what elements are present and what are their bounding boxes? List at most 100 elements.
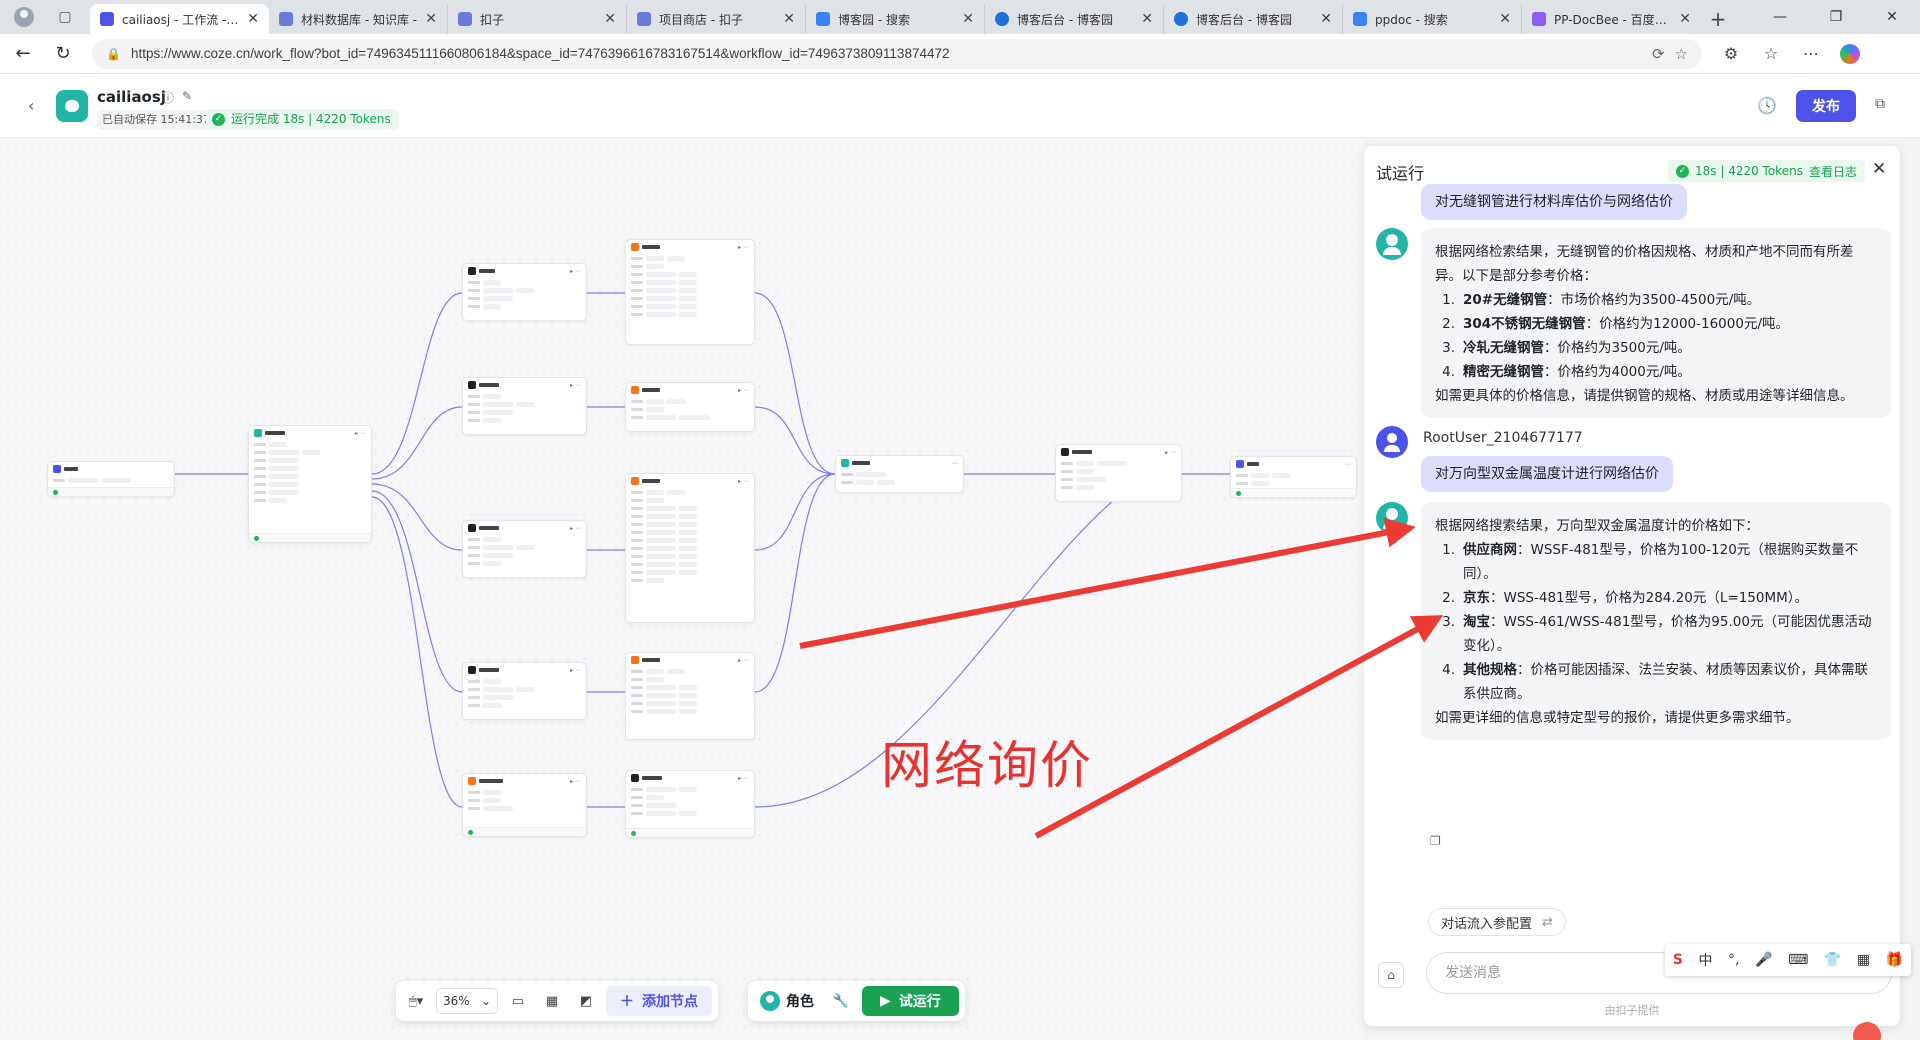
- close-icon[interactable]: ✕: [1872, 159, 1886, 179]
- llm-node[interactable]: ▸ ⋯: [462, 662, 587, 720]
- close-icon[interactable]: ✕: [1141, 11, 1153, 27]
- url-field[interactable]: 🔒 https://www.coze.cn/work_flow?bot_id=7…: [92, 38, 1702, 69]
- browser-tab-7[interactable]: ppdoc - 搜索 ✕: [1343, 4, 1522, 34]
- url-text[interactable]: https://www.coze.cn/work_flow?bot_id=749…: [131, 46, 1642, 61]
- llm-node[interactable]: ▸ ⋯: [462, 263, 587, 321]
- refresh-icon[interactable]: ↻: [52, 43, 74, 64]
- database-delete-node[interactable]: ▸ ⋯: [625, 652, 755, 740]
- microphone-icon[interactable]: 🎤: [1755, 952, 1772, 968]
- node-menu-icon[interactable]: ▸ ⋯: [738, 657, 749, 664]
- gift-icon[interactable]: 🎁: [1886, 952, 1903, 968]
- extensions-icon[interactable]: ⚙: [1720, 44, 1742, 63]
- layout-icon[interactable]: ⧉: [1875, 96, 1885, 112]
- browser-tab-3[interactable]: 项目商店 - 扣子 ✕: [627, 4, 806, 34]
- info-icon[interactable]: ⓘ: [162, 89, 174, 106]
- database-query-node[interactable]: ▸ ⋯: [625, 239, 755, 345]
- close-icon[interactable]: ✕: [1320, 11, 1332, 27]
- add-node-button[interactable]: ＋ 添加节点: [606, 986, 712, 1016]
- end-node[interactable]: ⋯: [1230, 456, 1357, 498]
- copilot-icon[interactable]: [1840, 43, 1860, 64]
- trial-run-button[interactable]: ▶ 试运行: [862, 986, 959, 1016]
- list-item: 4. 精密无缝钢管：价格约为4000元/吨。: [1435, 360, 1877, 384]
- browser-tab-6[interactable]: 博客后台 - 博客园 ✕: [1164, 4, 1343, 34]
- node-menu-icon[interactable]: ⋯: [1345, 461, 1351, 468]
- node-menu-icon[interactable]: ▸ ⋯: [738, 775, 749, 782]
- browser-tab-0[interactable]: cailiaosj - 工作流 -智能 ✕: [90, 4, 269, 34]
- node-menu-icon[interactable]: ▸ ⋯: [570, 778, 581, 785]
- llm-node[interactable]: ▸ ⋯: [625, 770, 755, 838]
- node-menu-icon[interactable]: ▸ ⋯: [570, 382, 581, 389]
- comment-icon[interactable]: ▭: [504, 987, 532, 1015]
- header-info: ⓘ ✎: [162, 89, 192, 106]
- close-icon[interactable]: ✕: [247, 11, 259, 27]
- node-menu-icon[interactable]: ▸ ⋯: [570, 525, 581, 532]
- restore-icon[interactable]: ❐: [1808, 0, 1864, 34]
- back-arrow-icon[interactable]: ←: [12, 43, 34, 64]
- close-window-icon[interactable]: ✕: [1864, 0, 1920, 34]
- llm-node[interactable]: ▸ ⋯: [1055, 444, 1182, 502]
- node-menu-icon[interactable]: ▸ ⋯: [1165, 449, 1176, 456]
- llm-node[interactable]: ▸ ⋯: [462, 520, 587, 578]
- knowledge-node[interactable]: ▸ ⋯: [462, 773, 587, 837]
- wrench-icon[interactable]: 🔧: [830, 994, 852, 1009]
- ime-punctuation-icon[interactable]: °,: [1728, 952, 1739, 968]
- auto-layout-icon[interactable]: ▦: [538, 987, 566, 1015]
- favorite-star-icon[interactable]: ☆: [1675, 45, 1688, 63]
- database-update-node[interactable]: ▸ ⋯: [625, 473, 755, 623]
- node-menu-icon[interactable]: ▸ ⋯: [355, 430, 366, 437]
- new-tab-icon[interactable]: +: [1701, 4, 1735, 34]
- view-log-link[interactable]: 查看日志: [1809, 163, 1857, 180]
- close-icon[interactable]: ✕: [1499, 11, 1511, 27]
- edit-icon[interactable]: ✎: [182, 89, 192, 106]
- translate-icon[interactable]: ⟳: [1652, 45, 1665, 63]
- workflow-canvas[interactable]: ▸ ⋯ ▸ ⋯ ▸ ⋯ ▸ ⋯ ▸ ⋯ ▸ ⋯ ▸ ⋯ ▸ ⋯ ▸ ⋯ ▸ ⋯ …: [0, 139, 1364, 1040]
- close-icon[interactable]: ✕: [425, 11, 437, 27]
- mouse-mode-icon[interactable]: 🖱▾: [402, 987, 430, 1015]
- role-button[interactable]: 角色: [754, 991, 820, 1011]
- chat-history[interactable]: 对无缝钢管进行材料库估价与网络估价 根据网络检索结果，无缝钢管的价格因规格、材质…: [1364, 184, 1900, 904]
- favorites-icon[interactable]: ☆: [1760, 44, 1782, 63]
- back-chevron-icon[interactable]: ‹: [28, 96, 34, 115]
- toolbox-icon[interactable]: ▦: [1857, 952, 1870, 968]
- lock-icon[interactable]: 🔒: [106, 47, 121, 61]
- copy-icon[interactable]: ❐: [1430, 834, 1441, 848]
- browser-tab-2[interactable]: 扣子 ✕: [448, 4, 627, 34]
- minimap-icon[interactable]: ◩: [572, 987, 600, 1015]
- llm-icon: [468, 666, 476, 674]
- browser-tab-4[interactable]: 博客园 - 搜索 ✕: [806, 4, 985, 34]
- node-menu-icon[interactable]: ▸ ⋯: [738, 244, 749, 251]
- publish-button[interactable]: 发布: [1796, 90, 1856, 122]
- intent-node[interactable]: ▸ ⋯: [248, 425, 372, 543]
- run-status-badge[interactable]: ✓ 运行完成 18s | 4220 Tokens: [206, 109, 399, 130]
- node-menu-icon[interactable]: ▸ ⋯: [738, 478, 749, 485]
- browser-tab-5[interactable]: 博客后台 - 博客园 ✕: [985, 4, 1164, 34]
- browser-tab-8[interactable]: PP-DocBee - 百度飞桨 ✕: [1522, 4, 1701, 34]
- llm-node[interactable]: ▸ ⋯: [462, 377, 587, 435]
- history-icon[interactable]: 🕓: [1757, 96, 1777, 115]
- browser-tab-1[interactable]: 材料数据库 - 知识库 - ✕: [269, 4, 448, 34]
- skin-icon[interactable]: 👕: [1824, 952, 1841, 968]
- start-node[interactable]: [47, 461, 175, 497]
- node-menu-icon[interactable]: ▸ ⋯: [570, 268, 581, 275]
- database-insert-node[interactable]: ▸ ⋯: [625, 382, 755, 432]
- close-icon[interactable]: ✕: [783, 11, 795, 27]
- zoom-select[interactable]: 36% ⌄: [436, 988, 498, 1014]
- menu-dots-icon[interactable]: ⋯: [1800, 44, 1822, 63]
- keyboard-icon[interactable]: ⌨: [1788, 952, 1808, 968]
- ime-logo-icon[interactable]: S: [1673, 952, 1683, 968]
- close-icon[interactable]: ✕: [962, 11, 974, 27]
- clear-history-icon[interactable]: ⌂: [1378, 962, 1404, 988]
- variable-aggregator-node[interactable]: ⋯: [835, 455, 964, 493]
- node-menu-icon[interactable]: ▸ ⋯: [570, 667, 581, 674]
- close-icon[interactable]: ✕: [604, 11, 616, 27]
- profile-icon[interactable]: [14, 7, 34, 27]
- close-icon[interactable]: ✕: [1679, 11, 1691, 27]
- node-menu-icon[interactable]: ⋯: [952, 460, 958, 467]
- node-menu-icon[interactable]: ▸ ⋯: [738, 387, 749, 394]
- suggestion-chip[interactable]: 对话流入参配置 ⇄: [1428, 908, 1566, 936]
- node-header: ▸ ⋯: [626, 653, 754, 667]
- tab-actions-icon[interactable]: ▢: [56, 8, 74, 26]
- user-name: RootUser_2104677177: [1423, 430, 1583, 446]
- minimize-icon[interactable]: —: [1752, 0, 1808, 34]
- ime-language-toggle[interactable]: 中: [1698, 950, 1712, 970]
